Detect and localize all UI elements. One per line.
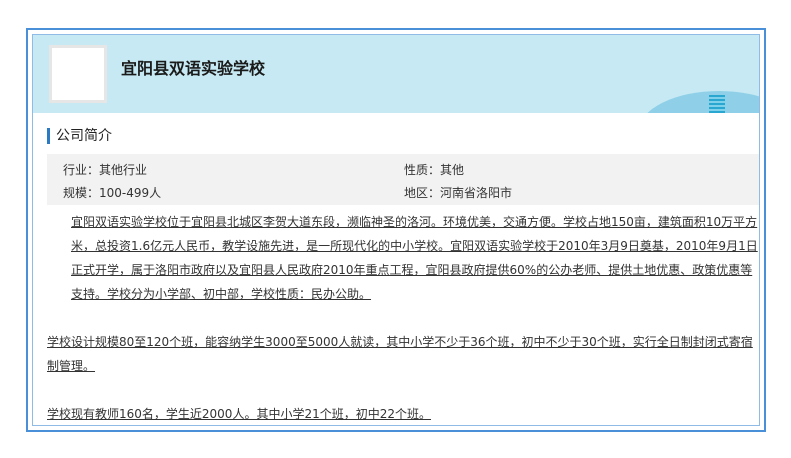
scale-field: 规模：100-499人 [63,186,162,200]
company-profile-frame: 宜阳县双语实验学校 公司简介 行业：其他行业 性质：其他 规模：100-499人… [26,28,766,432]
company-logo [49,45,107,103]
description-paragraph-3: 学校现有教师160名，学生近2000人。其中小学21个班，初中22个班。 [47,407,431,421]
nature-field: 性质：其他 [404,163,465,177]
region-field: 地区：河南省洛阳市 [404,186,513,200]
description-paragraph-1: 宜阳双语实验学校位于宜阳县北城区李贺大道东段，濒临神圣的洛河。环境优美，交通方便… [71,215,758,301]
company-header: 宜阳县双语实验学校 [33,35,759,113]
section-title: 公司简介 [47,128,112,144]
header-wave-decoration [639,91,759,113]
building-icon [709,95,725,113]
industry-field: 行业：其他行业 [63,163,148,177]
description-paragraph-2: 学校设计规模80至120个班，能容纳学生3000至5000人就读，其中小学不少于… [47,335,753,373]
company-profile-card: 宜阳县双语实验学校 公司简介 行业：其他行业 性质：其他 规模：100-499人… [32,34,760,426]
company-info-panel: 行业：其他行业 性质：其他 规模：100-499人 地区：河南省洛阳市 [47,154,759,205]
company-description: 宜阳双语实验学校位于宜阳县北城区李贺大道东段，濒临神圣的洛河。环境优美，交通方便… [47,210,759,425]
company-name: 宜阳县双语实验学校 [121,59,266,78]
